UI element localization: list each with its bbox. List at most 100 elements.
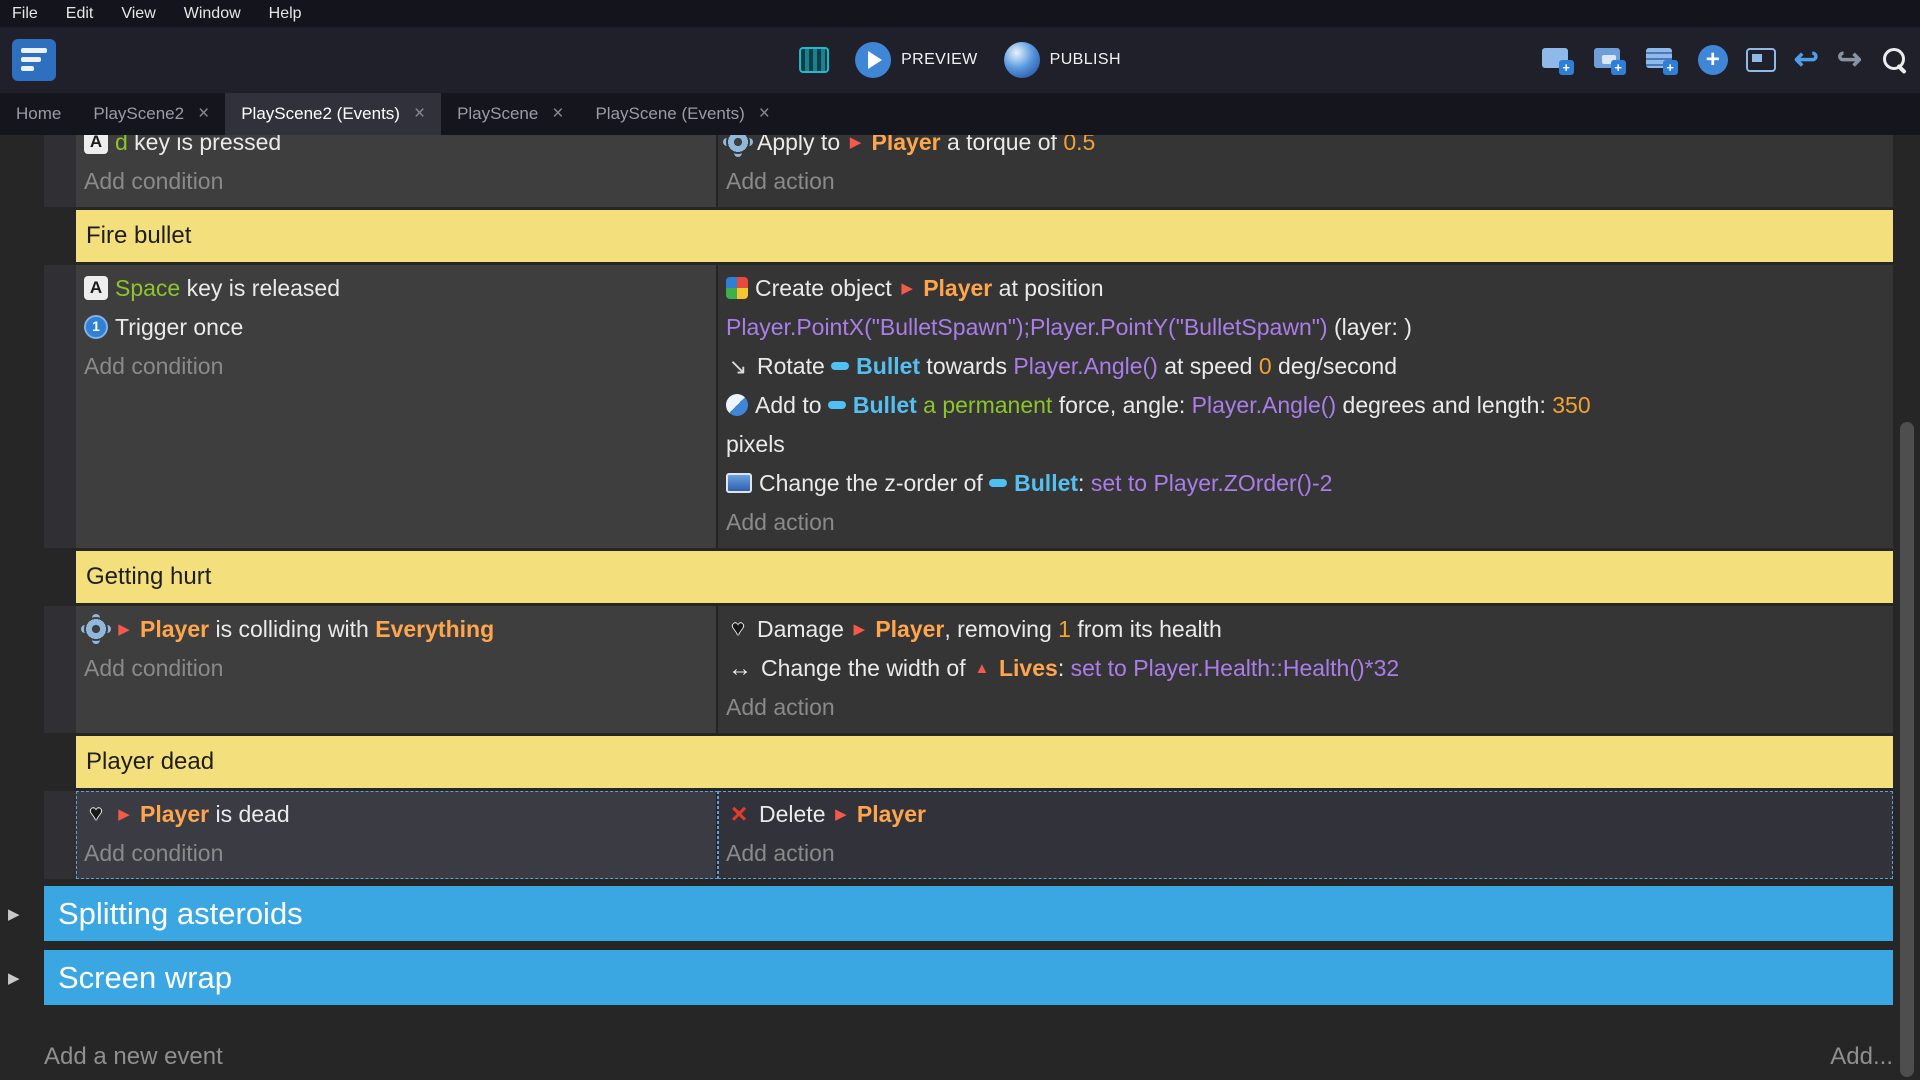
menu-file[interactable]: File	[12, 5, 38, 23]
add-condition-button[interactable]: Add condition	[84, 347, 706, 386]
close-icon[interactable]: ×	[198, 103, 209, 125]
conditions-cell[interactable]: ASpace key is released1Trigger onceAdd c…	[76, 265, 718, 548]
action-line[interactable]: ×Delete ▶Player	[726, 795, 1883, 834]
action-line[interactable]: ↔Change the width of ▲Lives: set to Play…	[726, 649, 1883, 688]
preview-button[interactable]: PREVIEW	[855, 42, 978, 78]
event-row: ▶Player is colliding with EverythingAdd …	[0, 606, 1893, 733]
debugger-icon[interactable]	[799, 47, 829, 73]
conditions-cell[interactable]: ♥▶Player is deadAdd condition	[76, 791, 718, 879]
close-icon[interactable]: ×	[759, 103, 770, 125]
action-line[interactable]: Player.PointX("BulletSpawn");Player.Poin…	[726, 308, 1883, 347]
add-action-button[interactable]: Add action	[726, 503, 1883, 542]
bullet-icon	[989, 479, 1007, 487]
menu-edit[interactable]: Edit	[66, 5, 94, 23]
text-segment: a torque of	[941, 135, 1064, 155]
add-footer-button[interactable]: Add...	[1830, 1043, 1893, 1071]
tab-label: PlayScene2 (Events)	[241, 104, 400, 124]
text-segment: Player	[872, 135, 941, 155]
player-icon: ▶	[115, 610, 133, 649]
comment-bar[interactable]: Fire bullet	[76, 210, 1893, 262]
row-gutter	[0, 135, 44, 207]
conditions-cell[interactable]: ▶Player is colliding with EverythingAdd …	[76, 606, 718, 733]
expand-arrow-icon[interactable]: ▶	[8, 969, 20, 987]
text-segment: set to	[1091, 470, 1154, 496]
add-event-button[interactable]: +	[1542, 45, 1576, 75]
add-condition-button[interactable]: Add condition	[84, 649, 706, 688]
lives-icon: ▲	[972, 649, 992, 688]
add-action-button[interactable]: Add action	[726, 162, 1883, 201]
add-condition-button[interactable]: Add condition	[84, 162, 706, 201]
close-icon[interactable]: ×	[414, 103, 425, 125]
text-segment: Player	[857, 801, 926, 827]
event-handle[interactable]	[44, 606, 76, 733]
actions-cell[interactable]: ♥Damage ▶Player, removing 1 from its hea…	[718, 606, 1893, 733]
text-segment: :	[1078, 470, 1091, 496]
condition-line[interactable]: 1Trigger once	[84, 308, 706, 347]
add-new-event-button[interactable]: Add a new event	[44, 1043, 223, 1071]
action-line[interactable]: Create object ▶Player at position	[726, 269, 1883, 308]
redo-button[interactable]: ↪	[1837, 45, 1862, 75]
event-handle[interactable]	[44, 265, 76, 548]
undo-button[interactable]: ↩	[1794, 45, 1819, 75]
text-segment: 0	[1259, 353, 1272, 379]
text-segment: :	[1058, 655, 1071, 681]
add-new-button[interactable]: +	[1698, 45, 1728, 75]
add-subevent-button[interactable]: +	[1594, 45, 1628, 75]
text-segment: (layer: )	[1328, 314, 1412, 340]
group-title: Splitting asteroids	[58, 896, 303, 932]
tab-playscene2[interactable]: PlayScene2 ×	[77, 93, 225, 135]
text-segment: Rotate	[757, 353, 831, 379]
group-bar[interactable]: Splitting asteroids	[44, 886, 1893, 941]
event-handle[interactable]	[44, 791, 76, 879]
text-segment: Bullet	[1014, 470, 1078, 496]
gdevelop-app: File Edit View Window Help PREVIEW PUBLI…	[0, 0, 1920, 1080]
actions-cell[interactable]: Create object ▶Player at positionPlayer.…	[718, 265, 1893, 548]
actions-cell[interactable]: Apply to ▶Player a torque of 0.5Add acti…	[718, 135, 1893, 207]
add-action-button[interactable]: Add action	[726, 834, 1883, 873]
search-icon-handle	[1896, 64, 1907, 75]
menu-bar: File Edit View Window Help	[0, 0, 1920, 27]
comment-bar[interactable]: Getting hurt	[76, 551, 1893, 603]
condition-line[interactable]: ▶Player is colliding with Everything	[84, 610, 706, 649]
row-gutter: ▶	[0, 886, 44, 941]
keyboard-icon: A	[84, 135, 108, 154]
add-action-button[interactable]: Add action	[726, 688, 1883, 727]
search-button[interactable]	[1880, 45, 1910, 75]
group-title: Screen wrap	[58, 960, 232, 996]
condition-line[interactable]: Ad key is pressed	[84, 135, 706, 162]
expand-arrow-icon[interactable]: ▶	[8, 905, 20, 923]
action-line[interactable]: ♥Damage ▶Player, removing 1 from its hea…	[726, 610, 1883, 649]
tab-playscene-events[interactable]: PlayScene (Events) ×	[579, 93, 785, 135]
action-line[interactable]: Add to Bullet a permanent force, angle: …	[726, 386, 1883, 425]
publish-button[interactable]: PUBLISH	[1004, 42, 1121, 78]
text-segment: is colliding with	[209, 616, 375, 642]
keyboard-icon: A	[84, 276, 108, 300]
event-handle[interactable]	[44, 135, 76, 207]
menu-help[interactable]: Help	[269, 5, 302, 23]
play-icon	[855, 42, 891, 78]
conditions-cell[interactable]: Ad key is pressedAdd condition	[76, 135, 718, 207]
close-icon[interactable]: ×	[552, 103, 563, 125]
action-line[interactable]: Apply to ▶Player a torque of 0.5	[726, 135, 1883, 162]
select-instruction-button[interactable]	[1746, 48, 1776, 72]
add-comment-button[interactable]: +	[1646, 45, 1680, 75]
group-bar[interactable]: Screen wrap	[44, 950, 1893, 1005]
delete-icon: ×	[726, 801, 752, 827]
condition-line[interactable]: ♥▶Player is dead	[84, 795, 706, 834]
gdevelop-logo-icon[interactable]	[12, 39, 56, 81]
actions-cell[interactable]: ×Delete ▶PlayerAdd action	[718, 791, 1893, 879]
condition-line[interactable]: ASpace key is released	[84, 269, 706, 308]
add-condition-button[interactable]: Add condition	[84, 834, 706, 873]
tab-playscene2-events[interactable]: PlayScene2 (Events) ×	[225, 93, 441, 135]
menu-window[interactable]: Window	[184, 5, 241, 23]
action-line[interactable]: ↘Rotate Bullet towards Player.Angle() at…	[726, 347, 1883, 386]
tab-playscene[interactable]: PlayScene ×	[441, 93, 579, 135]
tab-home[interactable]: Home	[0, 93, 77, 135]
text-segment: Damage	[757, 616, 850, 642]
menu-view[interactable]: View	[121, 5, 155, 23]
vertical-scrollbar-thumb[interactable]	[1900, 422, 1914, 1077]
action-line[interactable]: pixels	[726, 425, 1883, 464]
action-line[interactable]: Change the z-order of Bullet: set to Pla…	[726, 464, 1883, 503]
group-row: ▶ Screen wrap	[0, 950, 1893, 1005]
comment-bar[interactable]: Player dead	[76, 736, 1893, 788]
